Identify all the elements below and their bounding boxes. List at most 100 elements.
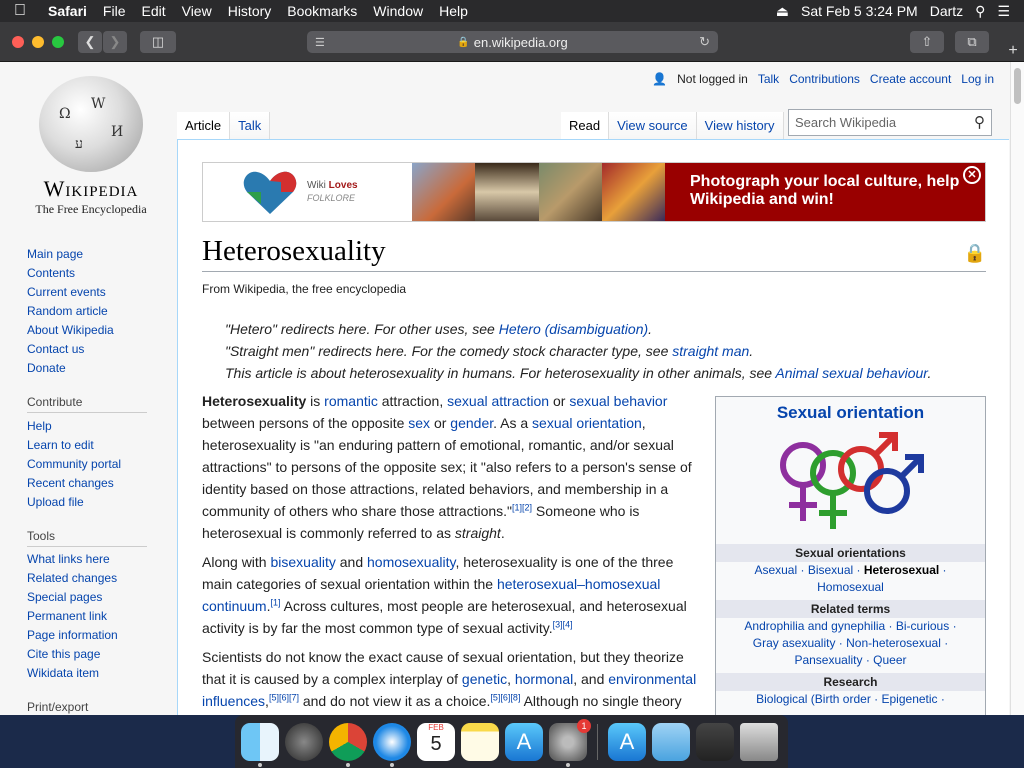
link-biological-birth-order[interactable]: Biological (Birth order [756, 692, 871, 706]
nav-cite-this-page[interactable]: Cite this page [27, 645, 118, 664]
nav-donate[interactable]: Donate [27, 359, 114, 378]
nav-help[interactable]: Help [27, 417, 121, 436]
nav-special-pages[interactable]: Special pages [27, 588, 118, 607]
talk-link[interactable]: Talk [758, 72, 779, 86]
apple-menu-icon[interactable]:  [0, 2, 40, 20]
app-store-icon[interactable]: A [505, 722, 543, 761]
create-account-link[interactable]: Create account [870, 72, 951, 86]
animal-sexual-behaviour-link[interactable]: Animal sexual behaviour [775, 365, 927, 381]
hetero-disambiguation-link[interactable]: Hetero (disambiguation) [499, 321, 648, 337]
launchpad-icon[interactable] [285, 722, 323, 761]
search-icon[interactable]: ⚲ [974, 113, 985, 131]
link-sexual-attraction[interactable]: sexual attraction [447, 393, 549, 409]
clock[interactable]: Sat Feb 5 3:24 PM [801, 3, 918, 19]
link-environmental-influences[interactable]: environmental influences [202, 671, 696, 709]
link-queer[interactable]: Queer [873, 653, 906, 667]
link-androphilia[interactable]: Androphilia and gynephilia [744, 619, 885, 633]
page-scrollbar[interactable] [1010, 62, 1024, 715]
search-input[interactable]: Search Wikipedia ⚲ [788, 109, 992, 136]
nav-related-changes[interactable]: Related changes [27, 569, 118, 588]
menu-history[interactable]: History [220, 3, 280, 19]
back-button[interactable]: ❮ [78, 31, 102, 53]
protected-page-lock-icon[interactable]: 🔒 [964, 243, 986, 264]
menu-bookmarks[interactable]: Bookmarks [279, 3, 365, 19]
nav-community-portal[interactable]: Community portal [27, 455, 121, 474]
link-asexual[interactable]: Asexual [754, 563, 797, 577]
nav-permanent-link[interactable]: Permanent link [27, 607, 118, 626]
link-sex[interactable]: sex [408, 415, 430, 431]
tab-view-source[interactable]: View source [609, 112, 697, 139]
link-continuum[interactable]: heterosexual–homosexual continuum [202, 576, 660, 614]
contributions-link[interactable]: Contributions [789, 72, 860, 86]
banner-ad-text[interactable]: Photograph your local culture, help Wiki… [665, 163, 985, 221]
close-banner-icon[interactable]: ✕ [963, 166, 981, 184]
notes-icon[interactable] [461, 722, 499, 761]
nav-about-wikipedia[interactable]: About Wikipedia [27, 321, 114, 340]
menu-edit[interactable]: Edit [133, 3, 173, 19]
new-tab-icon[interactable]: + [1004, 42, 1022, 62]
fullscreen-window-button[interactable] [52, 36, 64, 48]
tab-read[interactable]: Read [561, 112, 610, 139]
downloads-folder-icon[interactable] [652, 722, 690, 761]
chrome-icon[interactable] [329, 722, 367, 767]
link-bisexual[interactable]: Bisexual [808, 563, 853, 577]
close-window-button[interactable] [12, 36, 24, 48]
app-menu[interactable]: Safari [40, 3, 95, 19]
straight-man-link[interactable]: straight man [672, 343, 749, 359]
print-export-heading[interactable]: Print/export [27, 700, 147, 715]
nav-main-page[interactable]: Main page [27, 245, 114, 264]
tab-talk[interactable]: Talk [230, 112, 271, 139]
tab-view-history[interactable]: View history [696, 112, 784, 139]
infobox-title[interactable]: Sexual orientation [716, 397, 985, 423]
link-gray-asexuality[interactable]: Gray asexuality [753, 636, 836, 650]
disk-utility-icon[interactable] [696, 722, 734, 761]
menu-file[interactable]: File [95, 3, 134, 19]
sexual-orientation-symbol-icon[interactable] [771, 429, 931, 537]
nav-current-events[interactable]: Current events [27, 283, 114, 302]
link-pansexuality[interactable]: Pansexuality [794, 653, 862, 667]
scrollbar-thumb[interactable] [1014, 68, 1021, 104]
menu-view[interactable]: View [174, 3, 220, 19]
login-link[interactable]: Log in [961, 72, 994, 86]
calendar-icon[interactable]: FEB 5 [417, 722, 455, 761]
show-tabs-icon[interactable]: ⧉ [955, 31, 989, 53]
wikipedia-logo[interactable]: Ω W И ע Wikipedia The Free Encyclopedia [26, 76, 156, 217]
notification-center-icon[interactable]: ☰ [997, 3, 1010, 20]
nav-contents[interactable]: Contents [27, 264, 114, 283]
trash-icon[interactable] [740, 722, 778, 761]
link-bisexuality[interactable]: bisexuality [270, 554, 335, 570]
app-store-download-icon[interactable]: A [608, 722, 646, 761]
link-romantic[interactable]: romantic [324, 393, 378, 409]
nav-recent-changes[interactable]: Recent changes [27, 474, 121, 493]
share-icon[interactable]: ⇧ [910, 31, 944, 53]
nav-wikidata-item[interactable]: Wikidata item [27, 664, 118, 683]
campaign-banner[interactable]: Wiki Loves FOLKLORE Photograph your loca… [202, 162, 986, 222]
link-sexual-orientation[interactable]: sexual orientation [532, 415, 642, 431]
address-bar[interactable]: ☰ 🔒 en.wikipedia.org ↻ [307, 31, 718, 53]
eject-icon[interactable]: ⏏ [776, 3, 789, 20]
nav-upload-file[interactable]: Upload file [27, 493, 121, 512]
link-bi-curious[interactable]: Bi-curious [896, 619, 949, 633]
spotlight-search-icon[interactable]: ⚲ [975, 3, 985, 20]
menu-window[interactable]: Window [365, 3, 431, 19]
link-homosexual[interactable]: Homosexual [817, 580, 884, 594]
nav-contact-us[interactable]: Contact us [27, 340, 114, 359]
link-gender[interactable]: gender [450, 415, 493, 431]
link-epigenetic[interactable]: Epigenetic [882, 692, 938, 706]
system-preferences-icon[interactable]: 1 [549, 718, 591, 767]
nav-learn-to-edit[interactable]: Learn to edit [27, 436, 121, 455]
reader-view-icon[interactable]: ☰ [315, 36, 325, 49]
user-name[interactable]: Dartz [930, 3, 963, 19]
reload-icon[interactable]: ↻ [699, 34, 710, 50]
finder-icon[interactable] [241, 722, 279, 767]
safari-icon[interactable] [373, 722, 411, 767]
nav-page-information[interactable]: Page information [27, 626, 118, 645]
nav-what-links-here[interactable]: What links here [27, 550, 118, 569]
link-sexual-behavior[interactable]: sexual behavior [569, 393, 667, 409]
tab-article[interactable]: Article [177, 112, 231, 139]
link-genetic[interactable]: genetic [462, 671, 507, 687]
link-homosexuality[interactable]: homosexuality [367, 554, 455, 570]
link-hormonal[interactable]: hormonal [515, 671, 573, 687]
sidebar-toggle-icon[interactable]: ◫ [140, 31, 176, 53]
nav-random-article[interactable]: Random article [27, 302, 114, 321]
